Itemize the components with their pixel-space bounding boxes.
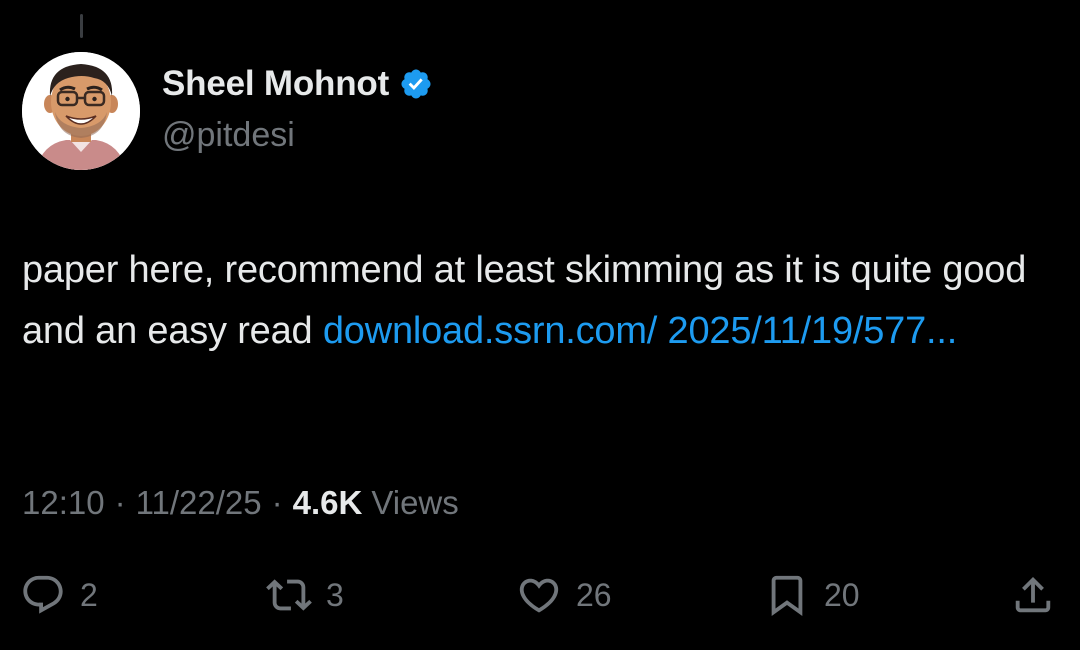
meta-separator: · [114,484,126,521]
avatar[interactable] [22,52,140,170]
author-handle[interactable]: @pitdesi [162,116,295,155]
repost-count: 3 [326,576,344,613]
tweet-date[interactable]: 11/22/25 [136,484,262,522]
views-count: 4.6K [292,484,363,521]
repost-icon [266,579,312,611]
reply-icon [23,575,63,614]
thread-connector-line [80,14,83,38]
share-button[interactable] [1010,570,1056,620]
author-display-name[interactable]: Sheel Mohnot [162,64,389,104]
tweet-link[interactable]: download.ssrn.com/ 2025/11/19/577... [323,310,957,352]
verified-badge-icon [399,67,433,101]
avatar-illustration [22,52,140,170]
author-name-row: Sheel Mohnot [162,64,433,104]
bookmark-icon [771,575,803,616]
reply-count: 2 [80,576,98,613]
views-label: Views [371,484,459,521]
tweet-text: paper here, recommend at least skimming … [22,240,1052,362]
reply-button[interactable]: 2 [20,570,98,620]
tweet-time[interactable]: 12:10 [22,484,105,522]
share-icon [1015,576,1051,613]
bookmark-count: 20 [824,576,860,613]
meta-separator: · [271,484,283,521]
like-button[interactable]: 26 [516,570,612,620]
tweet-meta: 12:10 · 11/22/25 · 4.6K Views [22,484,459,522]
like-count: 26 [576,576,612,613]
repost-button[interactable]: 3 [266,570,344,620]
bookmark-button[interactable]: 20 [764,570,860,620]
tweet-action-bar: 2 3 26 20 [0,570,1080,620]
like-icon [519,578,559,613]
